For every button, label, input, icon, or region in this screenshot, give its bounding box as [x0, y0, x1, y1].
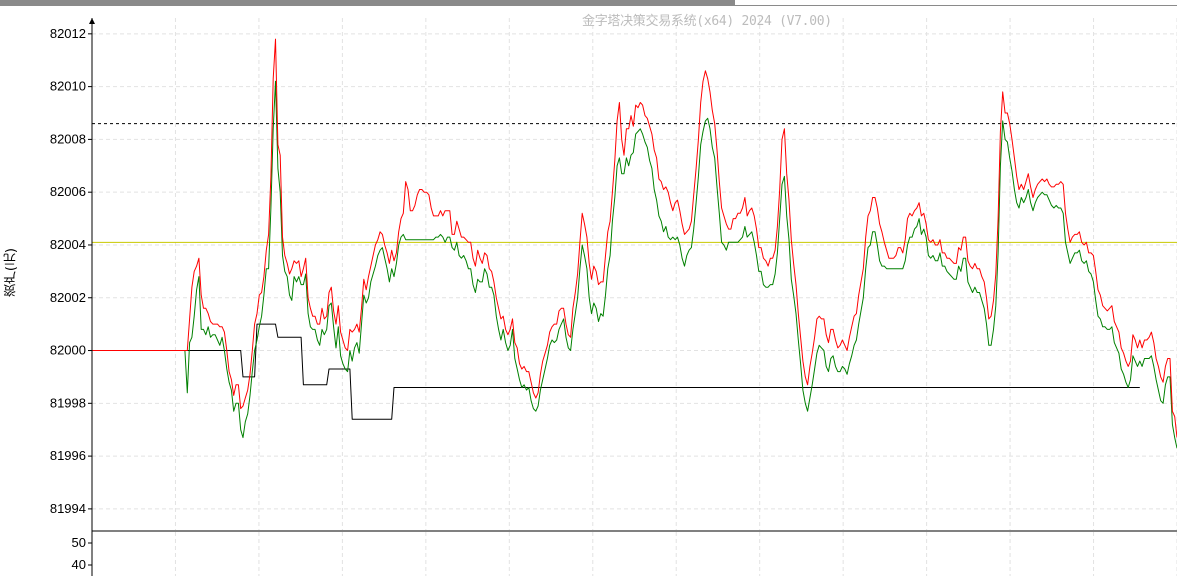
y-tick-label: 81996 [50, 448, 86, 463]
series-line-1 [92, 80, 1177, 449]
axes [89, 18, 1177, 576]
y-tick-label: 82008 [50, 131, 86, 146]
y-tick-label: 81998 [50, 395, 86, 410]
y-axis-arrow [89, 18, 95, 24]
y-tick-label: 81994 [50, 501, 86, 516]
y-tick-label: 82006 [50, 184, 86, 199]
grid [92, 18, 1177, 576]
series-lines [92, 38, 1177, 449]
sub-y-tick-label: 50 [72, 535, 86, 550]
y-tick-labels: 82012 82010 82008 82006 82004 82002 82000 81998… [50, 26, 92, 516]
sub-panel: 5040 [72, 535, 92, 572]
series-line-0 [92, 38, 1177, 438]
y-tick-label: 82004 [50, 237, 86, 252]
sub-y-tick-label: 40 [72, 557, 86, 572]
y-tick-label: 82000 [50, 343, 86, 358]
y-axis-label: 资产(元) [4, 248, 19, 298]
equity-chart: 82012 82010 82008 82006 82004 82002 82000 81998… [50, 18, 1177, 576]
app-watermark: 金字塔决策交易系统(x64) 2024 (V7.00) [582, 14, 832, 29]
y-tick-label: 82012 [50, 26, 86, 41]
y-tick-label: 82002 [50, 290, 86, 305]
y-tick-label: 82010 [50, 79, 86, 94]
